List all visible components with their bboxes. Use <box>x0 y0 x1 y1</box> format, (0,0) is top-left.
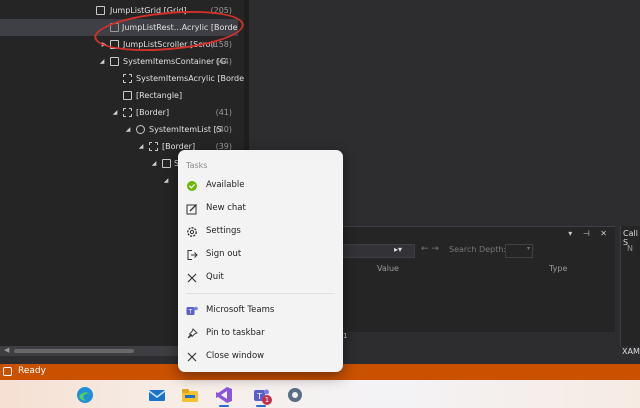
tree-row[interactable]: SystemItemsAcrylic [Border <box>0 70 244 87</box>
edge-icon[interactable] <box>76 386 94 404</box>
active-app-indicator <box>256 405 266 407</box>
menu-item-pin-to-taskbar[interactable]: Pin to taskbar <box>178 324 343 344</box>
search-nav-arrows[interactable]: ← → <box>421 244 439 254</box>
collapse-arrow-icon[interactable]: ◢ <box>162 172 170 189</box>
border-icon <box>149 142 158 151</box>
tree-row[interactable]: ◢ SystemItemsContainer [G (44) <box>0 53 238 70</box>
mail-icon[interactable] <box>148 386 166 404</box>
menu-item-quit[interactable]: Quit <box>178 268 343 288</box>
tree-row[interactable]: ◢ SystemItemList [S (40) <box>0 121 238 138</box>
notification-badge: 1 <box>262 395 272 405</box>
collapse-arrow-icon[interactable]: ◢ <box>98 53 106 70</box>
column-header-type[interactable]: Type <box>549 264 567 273</box>
settings-gear-icon <box>187 227 197 237</box>
collapse-arrow-icon[interactable]: ◢ <box>124 121 132 138</box>
new-chat-icon <box>186 204 197 215</box>
collapse-arrow-icon[interactable]: ◢ <box>111 104 119 121</box>
close-x-icon <box>187 352 197 362</box>
status-text: Ready <box>18 366 46 376</box>
border-icon <box>123 108 132 117</box>
visual-studio-icon[interactable] <box>215 386 233 404</box>
pin-icon <box>187 328 198 339</box>
tree-row[interactable]: ◢ [Border] (41) <box>0 104 238 121</box>
svg-text:T: T <box>188 309 193 316</box>
taskbar: T 1 <box>0 380 640 408</box>
grid-icon <box>110 57 119 66</box>
scrollbar-thumb[interactable] <box>14 349 134 353</box>
tasks-header: Tasks <box>186 161 208 170</box>
search-depth-label: Search Depth: <box>449 245 507 254</box>
available-status-icon <box>187 181 197 191</box>
teams-icon[interactable]: T 1 <box>252 386 272 405</box>
rectangle-icon <box>123 91 132 100</box>
xaml-tab-label[interactable]: XAM <box>622 347 640 356</box>
grid-icon <box>96 6 105 15</box>
file-explorer-icon[interactable] <box>181 386 199 404</box>
menu-item-available[interactable]: Available <box>178 176 343 196</box>
menu-item-new-chat[interactable]: New chat <box>178 199 343 219</box>
property-search-input[interactable]: ▸▾ <box>339 244 415 258</box>
panel-icon <box>162 159 171 168</box>
collapse-arrow-icon[interactable]: ◢ <box>137 138 145 155</box>
scroll-left-icon[interactable]: ◀ <box>4 346 9 354</box>
border-icon <box>123 74 132 83</box>
teams-icon: T <box>186 306 198 316</box>
menu-item-close-window[interactable]: Close window <box>178 347 343 367</box>
settings-gear-icon[interactable] <box>286 386 304 404</box>
column-header-value[interactable]: Value <box>377 264 399 273</box>
search-depth-dropdown[interactable]: ▾ <box>505 244 533 258</box>
teams-jump-list: Tasks Available New chat Settings Sign o… <box>178 150 343 372</box>
menu-item-microsoft-teams[interactable]: T Microsoft Teams <box>178 301 343 321</box>
tree-row[interactable]: [Rectangle] <box>0 87 238 104</box>
properties-panel: ▾ ⊣ ✕ ▸▾ ← → Search Depth: ▾ Value Type … <box>339 226 615 346</box>
menu-item-sign-out[interactable]: Sign out <box>178 245 343 265</box>
quit-x-icon <box>187 273 197 283</box>
collapse-arrow-icon[interactable]: ◢ <box>150 155 158 172</box>
panel-footer: 1 <box>339 332 615 346</box>
ready-status-icon <box>3 367 12 376</box>
menu-item-settings[interactable]: Settings <box>178 222 343 242</box>
sign-out-icon <box>187 250 198 260</box>
itemscontrol-icon <box>136 125 145 134</box>
call-stack-panel: Call S N <box>620 226 640 346</box>
panel-window-controls[interactable]: ▾ ⊣ ✕ <box>568 229 611 238</box>
menu-divider <box>186 293 335 294</box>
active-app-indicator <box>219 405 229 407</box>
